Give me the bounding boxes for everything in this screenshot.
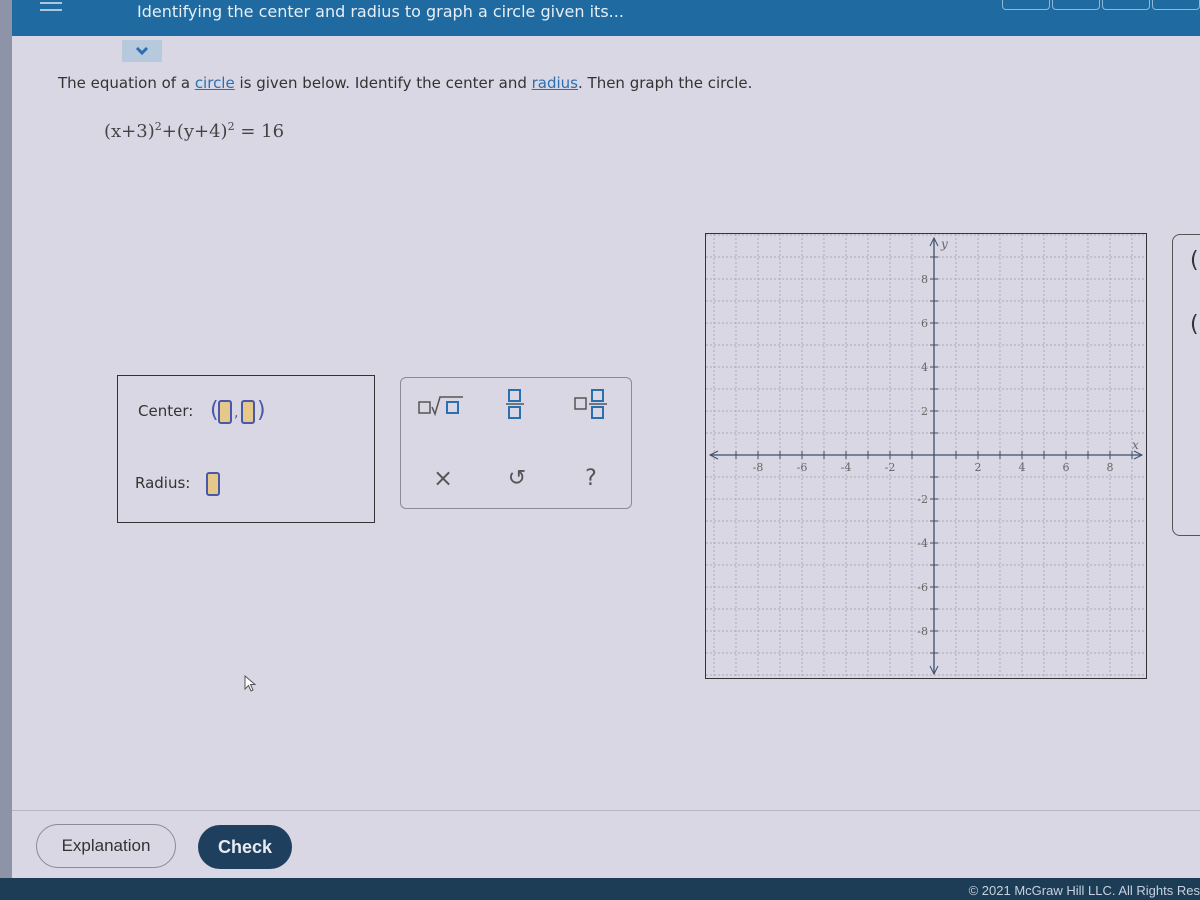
x-tick-label: -6 — [797, 461, 808, 474]
equation-x-term: (x+3) — [104, 121, 155, 142]
equation-exponent: 2 — [154, 120, 162, 133]
square-root-button[interactable] — [411, 388, 471, 424]
square-root-icon — [418, 396, 463, 417]
left-edge — [0, 0, 12, 900]
footer-divider — [12, 810, 1200, 811]
fraction-button[interactable] — [485, 386, 545, 422]
collapse-toggle[interactable] — [122, 40, 162, 62]
y-tick-label: 6 — [921, 317, 928, 330]
mouse-pointer-icon — [244, 675, 257, 692]
help-icon: ? — [585, 465, 597, 491]
y-tick-label: -6 — [917, 581, 928, 594]
chevron-down-icon — [135, 46, 149, 56]
help-button[interactable]: ? — [561, 460, 621, 496]
y-tick-label: 8 — [921, 273, 928, 286]
coordinate-plane[interactable]: -8 -6 -4 -2 2 4 6 8 8 6 4 2 -2 -4 -6 -8 x y — [706, 234, 1146, 678]
hamburger-menu-icon[interactable] — [40, 2, 62, 16]
center-y-input[interactable] — [241, 400, 255, 424]
equation-rhs: = 16 — [240, 121, 285, 142]
circle-link[interactable]: circle — [195, 74, 235, 92]
graph-tool-icon-2[interactable]: ( — [1190, 312, 1199, 337]
equation-exponent: 2 — [227, 120, 235, 133]
graph-area[interactable]: -8 -6 -4 -2 2 4 6 8 8 6 4 2 -2 -4 -6 -8 x y — [705, 233, 1147, 679]
x-tick-label: -4 — [841, 461, 852, 474]
fraction-icon — [506, 389, 524, 419]
prompt-text: The equation of a — [58, 74, 195, 92]
page-title: Identifying the center and radius to gra… — [137, 2, 624, 21]
question-prompt: The equation of a circle is given below.… — [58, 74, 752, 92]
x-tick-label: -2 — [885, 461, 896, 474]
mixed-number-button[interactable] — [561, 386, 621, 422]
undo-icon: ↺ — [507, 465, 527, 491]
header-button-4[interactable] — [1152, 0, 1200, 10]
y-tick-label: 4 — [921, 361, 928, 374]
prompt-text: . Then graph the circle. — [578, 74, 753, 92]
y-tick-label: -4 — [917, 537, 928, 550]
graph-tool-icon-1[interactable]: ( — [1190, 248, 1199, 273]
header-button-2[interactable] — [1052, 0, 1100, 10]
center-label: Center: — [138, 402, 194, 420]
clear-button[interactable]: × — [413, 460, 473, 496]
undo-button[interactable]: ↺ — [487, 460, 547, 496]
mixed-number-icon — [574, 389, 607, 419]
graph-tools-panel[interactable] — [1172, 234, 1200, 536]
center-x-input[interactable] — [218, 400, 232, 424]
x-tick-label: -8 — [753, 461, 764, 474]
prompt-text: is given below. Identify the center and — [234, 74, 532, 92]
x-tick-label: 2 — [975, 461, 982, 474]
footer-bar: © 2021 McGraw Hill LLC. All Rights Res — [0, 878, 1200, 900]
answer-panel: Center: ( , ) Radius: — [117, 375, 375, 523]
x-tick-label: 6 — [1063, 461, 1070, 474]
header-bar: Identifying the center and radius to gra… — [12, 0, 1200, 36]
header-button-1[interactable] — [1002, 0, 1050, 10]
x-tick-label: 8 — [1107, 461, 1114, 474]
explanation-button[interactable]: Explanation — [36, 824, 176, 868]
y-tick-label: -8 — [917, 625, 928, 638]
equation-plus: + — [161, 121, 177, 142]
circle-equation: (x+3)2+(y+4)2 = 16 — [104, 120, 284, 142]
header-buttons — [1000, 0, 1200, 10]
copyright-text: © 2021 McGraw Hill LLC. All Rights Res — [968, 883, 1200, 898]
comma: , — [234, 405, 239, 421]
close-paren: ) — [257, 398, 266, 423]
x-tick-label: 4 — [1019, 461, 1026, 474]
radius-input[interactable] — [206, 472, 220, 496]
clear-icon: × — [432, 464, 454, 492]
y-tick-label: 2 — [921, 405, 928, 418]
radius-label: Radius: — [135, 474, 191, 492]
x-axis-label: x — [1132, 438, 1139, 452]
radius-link[interactable]: radius — [532, 74, 578, 92]
equation-y-term: (y+4) — [176, 121, 228, 142]
y-axis-label: y — [940, 237, 948, 251]
header-button-3[interactable] — [1102, 0, 1150, 10]
y-tick-label: -2 — [917, 493, 928, 506]
math-toolbox: × ↺ ? — [400, 377, 632, 509]
check-button[interactable]: Check — [198, 825, 292, 869]
